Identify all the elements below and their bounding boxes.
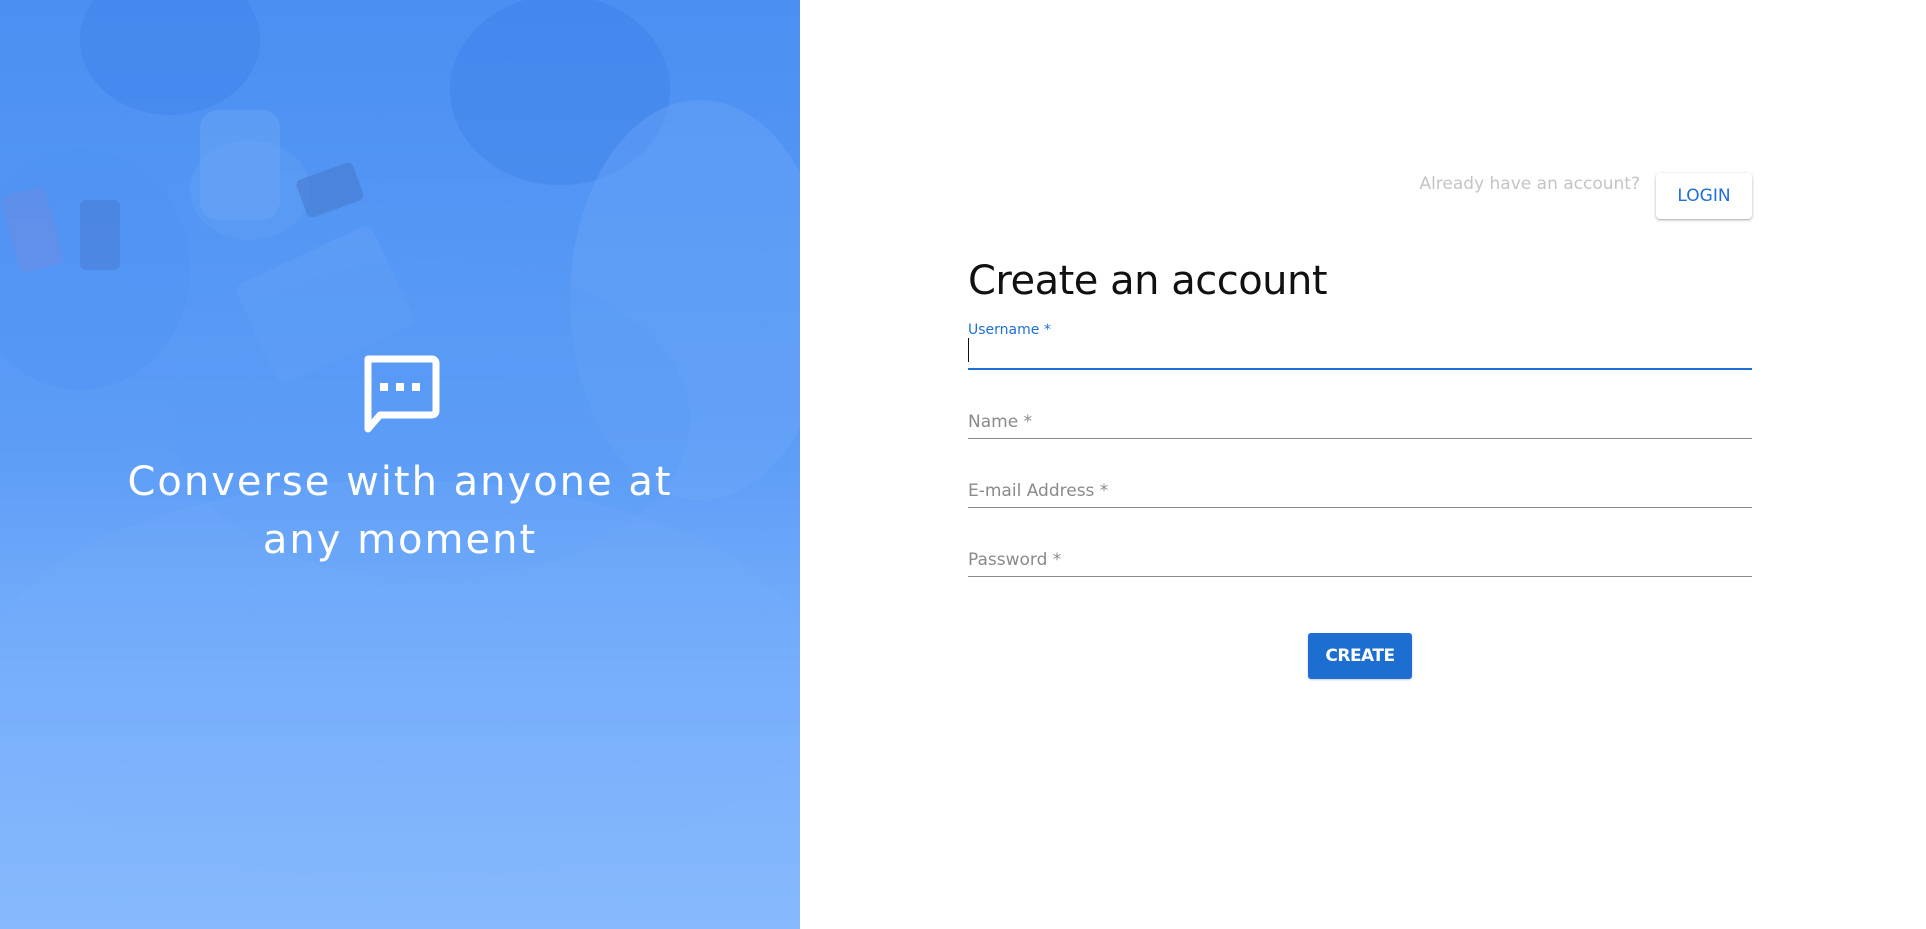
username-input[interactable] — [968, 340, 1752, 366]
signup-page: Converse with anyone at any moment Alrea… — [0, 0, 1926, 929]
username-field[interactable]: Username * — [968, 318, 1752, 370]
text-caret — [968, 338, 969, 362]
chat-bubble-icon — [364, 355, 440, 433]
username-label: Username * — [968, 322, 1051, 338]
create-button-row: CREATE — [968, 633, 1752, 679]
signup-form: Create an account Username * Name * E-ma… — [968, 258, 1752, 679]
name-input[interactable] — [968, 410, 1752, 436]
hero-content: Converse with anyone at any moment — [0, 355, 800, 569]
email-field[interactable]: E-mail Address * — [968, 463, 1752, 508]
password-input[interactable] — [968, 548, 1752, 574]
hero-panel: Converse with anyone at any moment — [0, 0, 800, 929]
name-field[interactable]: Name * — [968, 394, 1752, 439]
create-button[interactable]: CREATE — [1308, 633, 1412, 679]
password-field[interactable]: Password * — [968, 532, 1752, 577]
login-prompt-bar: Already have an account? LOGIN — [1419, 173, 1752, 219]
signup-panel: Already have an account? LOGIN Create an… — [800, 0, 1926, 929]
login-button[interactable]: LOGIN — [1656, 173, 1752, 219]
hero-tagline: Converse with anyone at any moment — [127, 459, 673, 563]
login-prompt-text: Already have an account? — [1419, 174, 1640, 194]
page-title: Create an account — [968, 258, 1328, 304]
email-input[interactable] — [968, 479, 1752, 505]
